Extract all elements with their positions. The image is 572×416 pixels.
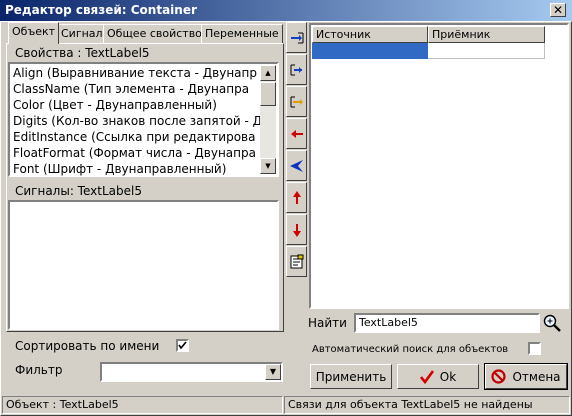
cancel-button[interactable]: Отмена	[484, 363, 568, 390]
document-edit-icon	[290, 254, 303, 268]
grid-cell[interactable]	[428, 43, 545, 59]
title-bar: Редактор связей: Container ✕	[0, 0, 572, 21]
tab-object[interactable]: Объект	[8, 22, 60, 44]
ok-button[interactable]: Ok	[397, 364, 479, 389]
edit-list-button[interactable]	[286, 246, 307, 277]
link-first-button[interactable]	[286, 22, 307, 53]
link-in-icon	[290, 64, 302, 75]
cancel-label: Отмена	[512, 369, 561, 384]
list-item[interactable]: ClassName (Тип элемента - Двунапра	[13, 81, 265, 97]
search-label: Найти	[308, 316, 347, 330]
apply-button[interactable]: Применить	[310, 364, 392, 389]
search-icon[interactable]	[542, 313, 562, 333]
list-item[interactable]: Align (Выравнивание текста - Двунапр	[13, 65, 265, 81]
move-up-button[interactable]	[286, 182, 307, 213]
tab-variables[interactable]: Переменные	[201, 24, 283, 43]
properties-header: Свойства : TextLabel5	[15, 46, 150, 60]
cancel-icon	[491, 369, 507, 384]
list-item[interactable]: Digits (Кол-во знаков после запятой - Д	[13, 113, 265, 129]
auto-search-label: Автоматический поиск для объектов	[312, 344, 509, 355]
list-item[interactable]: FloatFormat (Формат числа - Двунапра	[13, 145, 265, 161]
scroll-down-button[interactable]: ▼	[260, 158, 276, 174]
sort-checkbox[interactable]	[176, 339, 189, 352]
search-input[interactable]: TextLabel5	[354, 313, 540, 333]
arrow-left-icon	[289, 159, 303, 172]
tab-common-property[interactable]: Общее свойство	[103, 24, 206, 43]
move-down-button[interactable]	[286, 214, 307, 245]
signals-list[interactable]	[8, 200, 279, 330]
checkmark-icon	[178, 341, 187, 350]
arrow-down-icon	[292, 223, 301, 237]
status-left: Объект : TextLabel5	[2, 396, 283, 414]
close-button[interactable]: ✕	[550, 3, 566, 17]
filter-label: Фильтр	[15, 363, 63, 377]
window-title: Редактор связей: Container	[5, 3, 197, 17]
filter-combobox[interactable]: ▼	[100, 362, 283, 382]
close-icon: ✕	[553, 3, 564, 17]
link-second-button[interactable]	[286, 54, 307, 85]
list-item[interactable]: EditInstance (Ссылка при редактирова	[13, 129, 265, 145]
links-grid[interactable]: Источник Приёмник	[309, 23, 569, 309]
arrow-left-blue-button[interactable]	[286, 150, 307, 181]
apply-label: Применить	[315, 369, 387, 384]
list-item[interactable]: Color (Цвет - Двунаправленный)	[13, 97, 265, 113]
scroll-thumb[interactable]	[260, 82, 276, 106]
arrow-left-icon	[290, 129, 303, 138]
arrow-left-red-button[interactable]	[286, 118, 307, 149]
tab-signal[interactable]: Сигнал	[57, 24, 107, 43]
chevron-down-icon[interactable]: ▼	[265, 364, 281, 380]
auto-search-checkbox[interactable]	[528, 342, 541, 355]
list-item[interactable]: Font (Шрифт - Двунаправленный)	[13, 161, 265, 177]
properties-list[interactable]: Align (Выравнивание текста - Двунапр Cla…	[8, 62, 279, 177]
link-in-icon	[290, 32, 303, 43]
grid-selected-cell[interactable]	[312, 43, 428, 59]
sort-label: Сортировать по имени	[15, 339, 160, 353]
status-right: Связи для объекта TextLabel5 не найдены	[284, 396, 570, 414]
scroll-up-button[interactable]: ▲	[260, 65, 276, 81]
ok-label: Ok	[439, 369, 457, 384]
link-third-button[interactable]	[286, 86, 307, 117]
arrow-up-icon	[292, 190, 301, 204]
checkmark-icon	[419, 369, 434, 384]
signals-header: Сигналы: TextLabel5	[15, 184, 142, 198]
column-header-receiver[interactable]: Приёмник	[428, 26, 545, 43]
link-out-icon	[290, 96, 303, 107]
properties-scrollbar[interactable]: ▲ ▼	[260, 65, 276, 174]
column-header-source[interactable]: Источник	[312, 26, 428, 43]
